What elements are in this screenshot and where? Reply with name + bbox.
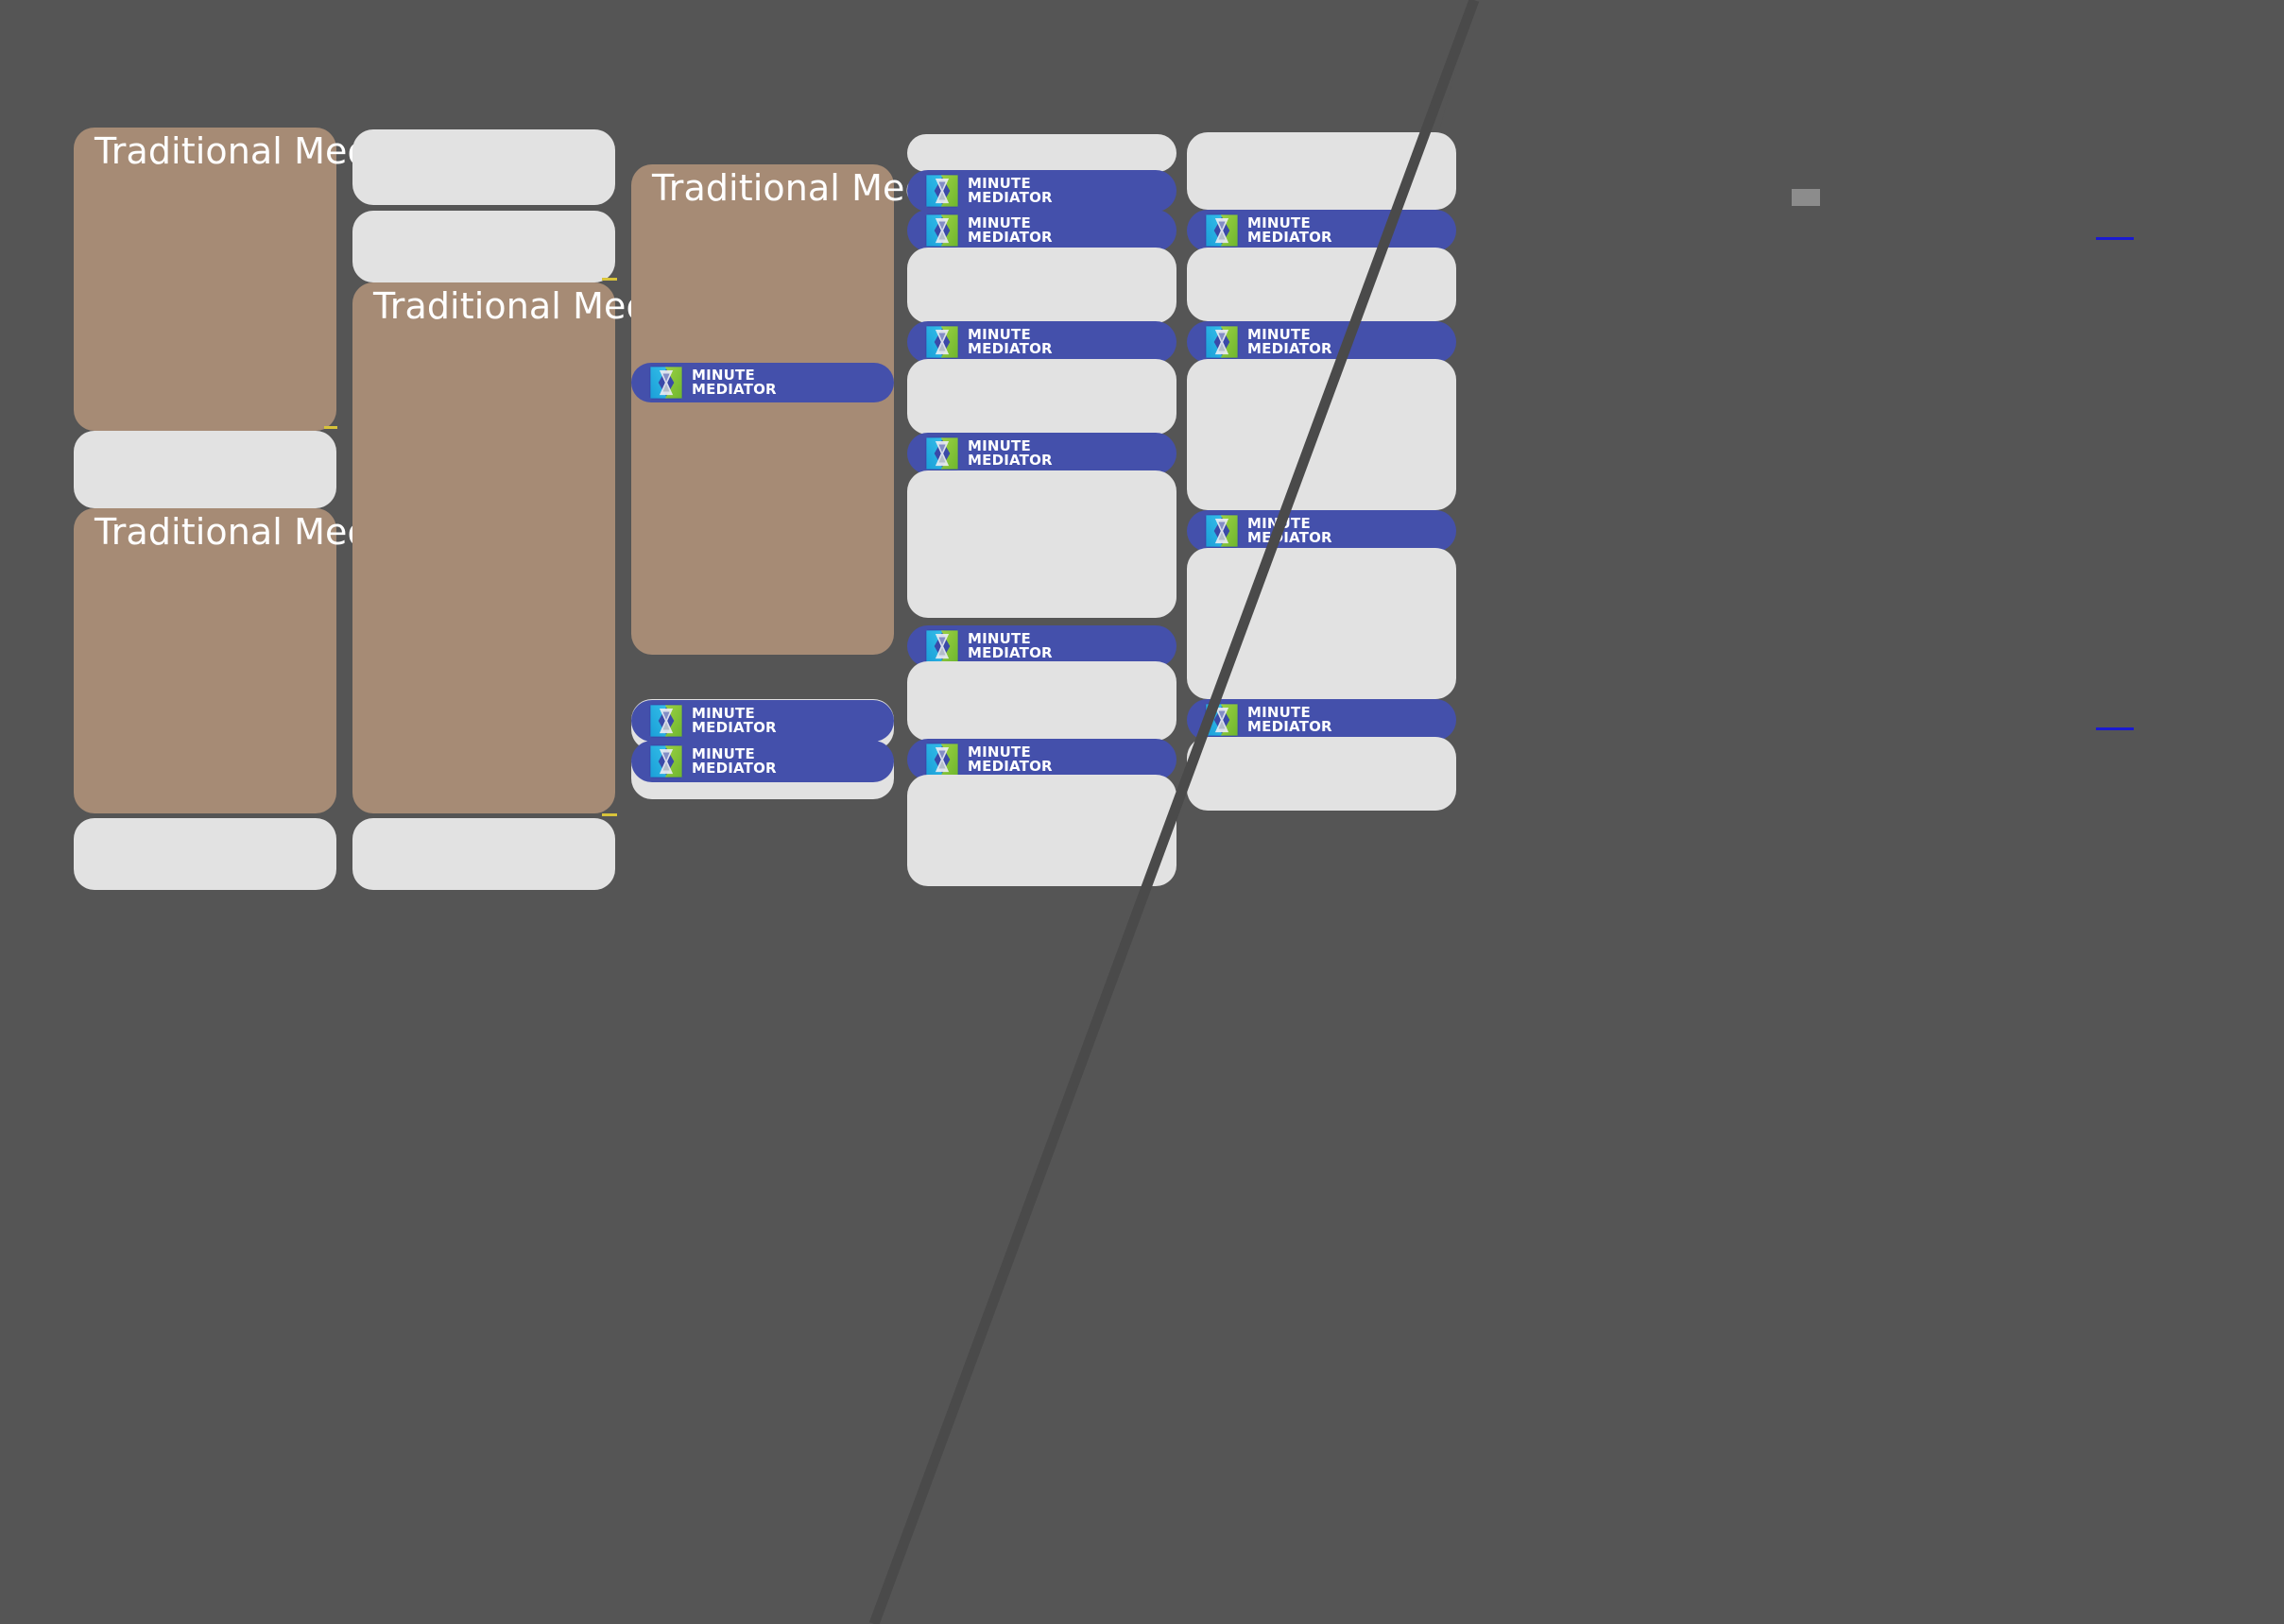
brand-wordmark: MINUTE MEDIATOR bbox=[1247, 327, 1332, 357]
brand-line-2: MEDIATOR bbox=[692, 760, 777, 777]
brand-line-2: MEDIATOR bbox=[968, 229, 1053, 246]
brand-line-2: MEDIATOR bbox=[968, 644, 1053, 661]
neutral-card[interactable] bbox=[1187, 248, 1456, 321]
minute-mediator-logo-icon bbox=[649, 744, 683, 778]
minute-mediator-logo: MINUTE MEDIATOR bbox=[648, 744, 777, 779]
minute-mediator-card[interactable]: MINUTE MEDIATOR bbox=[631, 700, 894, 742]
minute-mediator-logo: MINUTE MEDIATOR bbox=[924, 173, 1053, 209]
neutral-card[interactable] bbox=[1187, 548, 1456, 699]
minute-mediator-card[interactable]: MINUTE MEDIATOR bbox=[907, 210, 1176, 251]
minute-mediator-logo-icon bbox=[1205, 514, 1239, 548]
brand-wordmark: MINUTE MEDIATOR bbox=[968, 438, 1053, 469]
neutral-card[interactable] bbox=[352, 211, 615, 282]
minute-mediator-card[interactable]: MINUTE MEDIATOR bbox=[1187, 210, 1456, 251]
minute-mediator-card[interactable]: MINUTE MEDIATOR bbox=[631, 363, 894, 402]
minute-mediator-logo-icon bbox=[925, 174, 959, 208]
minute-mediator-logo: MINUTE MEDIATOR bbox=[924, 628, 1053, 664]
accent-sliver bbox=[602, 278, 617, 281]
accent-sliver bbox=[324, 426, 337, 429]
brand-line-2: MEDIATOR bbox=[1247, 529, 1332, 546]
brand-wordmark: MINUTE MEDIATOR bbox=[968, 215, 1053, 246]
brand-wordmark: MINUTE MEDIATOR bbox=[968, 327, 1053, 357]
neutral-card[interactable] bbox=[1187, 359, 1456, 510]
brand-wordmark: MINUTE MEDIATOR bbox=[692, 706, 777, 736]
neutral-card[interactable] bbox=[907, 359, 1176, 435]
brand-wordmark: MINUTE MEDIATOR bbox=[692, 368, 777, 398]
minute-mediator-logo-icon bbox=[1205, 325, 1239, 359]
accent-sliver bbox=[1792, 189, 1820, 206]
neutral-card[interactable] bbox=[1187, 132, 1456, 210]
minute-mediator-logo-icon bbox=[649, 366, 683, 400]
accent-sliver bbox=[2096, 237, 2134, 240]
minute-mediator-card[interactable]: MINUTE MEDIATOR bbox=[631, 741, 894, 782]
neutral-card[interactable] bbox=[907, 470, 1176, 618]
neutral-card[interactable] bbox=[74, 818, 336, 890]
minute-mediator-card[interactable]: MINUTE MEDIATOR bbox=[907, 321, 1176, 363]
minute-mediator-logo-icon bbox=[649, 704, 683, 738]
neutral-card[interactable] bbox=[1187, 737, 1456, 811]
minute-mediator-logo: MINUTE MEDIATOR bbox=[648, 365, 777, 401]
neutral-card[interactable] bbox=[352, 818, 615, 890]
minute-mediator-logo-icon bbox=[1205, 214, 1239, 248]
brand-wordmark: MINUTE MEDIATOR bbox=[1247, 705, 1332, 735]
minute-mediator-logo: MINUTE MEDIATOR bbox=[1204, 513, 1332, 549]
minute-mediator-card[interactable]: MINUTE MEDIATOR bbox=[907, 170, 1176, 212]
minute-mediator-logo-icon bbox=[925, 436, 959, 470]
minute-mediator-logo: MINUTE MEDIATOR bbox=[1204, 324, 1332, 360]
brand-line-2: MEDIATOR bbox=[1247, 229, 1332, 246]
minute-mediator-card[interactable]: MINUTE MEDIATOR bbox=[1187, 699, 1456, 741]
brand-wordmark: MINUTE MEDIATOR bbox=[1247, 215, 1332, 246]
traditional-mediation-card[interactable]: Traditional Mediation bbox=[74, 508, 472, 813]
minute-mediator-logo-icon bbox=[925, 743, 959, 777]
neutral-card[interactable] bbox=[907, 134, 1176, 172]
traditional-mediation-card[interactable]: Traditional Mediation bbox=[74, 128, 472, 431]
brand-line-2: MEDIATOR bbox=[968, 340, 1053, 357]
accent-sliver bbox=[2096, 727, 2134, 730]
minute-mediator-card[interactable]: MINUTE MEDIATOR bbox=[1187, 321, 1456, 363]
neutral-card[interactable] bbox=[74, 431, 336, 508]
minute-mediator-logo-icon bbox=[925, 325, 959, 359]
neutral-card[interactable] bbox=[352, 129, 615, 205]
minute-mediator-logo-icon bbox=[1205, 703, 1239, 737]
brand-wordmark: MINUTE MEDIATOR bbox=[692, 746, 777, 777]
minute-mediator-logo-icon bbox=[925, 214, 959, 248]
minute-mediator-logo: MINUTE MEDIATOR bbox=[924, 324, 1053, 360]
brand-line-2: MEDIATOR bbox=[1247, 718, 1332, 735]
neutral-card[interactable] bbox=[907, 661, 1176, 741]
comparison-graphic: Traditional Mediation Traditional Mediati… bbox=[0, 0, 2284, 1624]
brand-line-2: MEDIATOR bbox=[968, 452, 1053, 469]
minute-mediator-logo: MINUTE MEDIATOR bbox=[924, 213, 1053, 248]
accent-sliver bbox=[602, 813, 617, 816]
minute-mediator-card[interactable]: MINUTE MEDIATOR bbox=[1187, 510, 1456, 552]
brand-line-2: MEDIATOR bbox=[1247, 340, 1332, 357]
brand-wordmark: MINUTE MEDIATOR bbox=[968, 631, 1053, 661]
brand-line-2: MEDIATOR bbox=[692, 719, 777, 736]
minute-mediator-card[interactable]: MINUTE MEDIATOR bbox=[907, 433, 1176, 474]
brand-wordmark: MINUTE MEDIATOR bbox=[968, 744, 1053, 775]
minute-mediator-logo: MINUTE MEDIATOR bbox=[648, 703, 777, 739]
traditional-mediation-card[interactable]: Traditional Mediation bbox=[631, 164, 1029, 655]
neutral-card[interactable] bbox=[907, 775, 1176, 886]
brand-line-2: MEDIATOR bbox=[692, 381, 777, 398]
brand-wordmark: MINUTE MEDIATOR bbox=[1247, 516, 1332, 546]
minute-mediator-logo: MINUTE MEDIATOR bbox=[924, 742, 1053, 778]
neutral-card[interactable] bbox=[907, 248, 1176, 323]
traditional-mediation-card[interactable]: Traditional Mediation bbox=[352, 282, 750, 813]
brand-line-2: MEDIATOR bbox=[968, 189, 1053, 206]
minute-mediator-logo-icon bbox=[925, 629, 959, 663]
brand-wordmark: MINUTE MEDIATOR bbox=[968, 176, 1053, 206]
brand-line-2: MEDIATOR bbox=[968, 758, 1053, 775]
minute-mediator-logo: MINUTE MEDIATOR bbox=[1204, 213, 1332, 248]
minute-mediator-logo: MINUTE MEDIATOR bbox=[1204, 702, 1332, 738]
minute-mediator-logo: MINUTE MEDIATOR bbox=[924, 436, 1053, 471]
